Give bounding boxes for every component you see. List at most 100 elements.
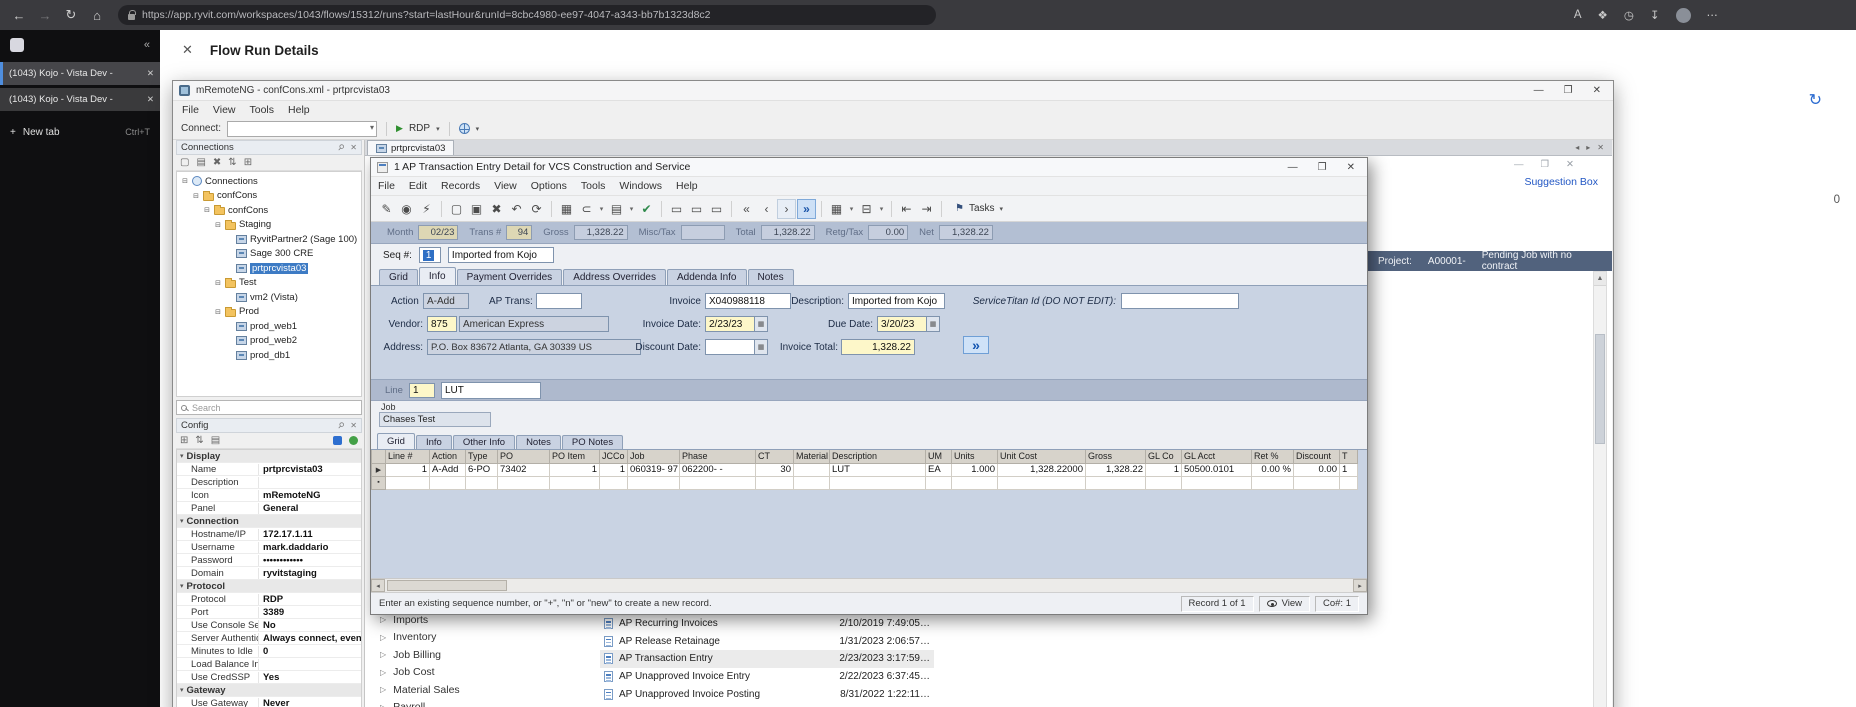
config-row[interactable]: Protocol RDP xyxy=(177,593,361,606)
config-row[interactable]: Icon mRemoteNG xyxy=(177,489,361,502)
workspace-tab[interactable]: (1043) Kojo - Vista Dev - ✕ xyxy=(0,62,160,85)
grid-new-row[interactable]: ▪ xyxy=(371,475,1358,490)
grid-cell[interactable]: 062200- - xyxy=(679,462,756,477)
minimize-icon[interactable]: — xyxy=(1514,159,1524,170)
close-page-icon[interactable]: ✕ xyxy=(182,42,193,58)
grid-column-header[interactable]: Type xyxy=(465,450,498,464)
previous-record-icon[interactable]: ‹ xyxy=(757,199,776,219)
grid-cell[interactable] xyxy=(925,475,952,490)
grid-column-header[interactable]: JCCo xyxy=(599,450,628,464)
grid-column-header[interactable]: UM xyxy=(925,450,952,464)
grid-column-header[interactable]: PO Item xyxy=(549,450,600,464)
close-tab-icon[interactable]: ✕ xyxy=(1597,143,1604,152)
lightning-icon[interactable]: ⚡ xyxy=(417,199,436,219)
menu-item[interactable]: Tools xyxy=(574,180,613,192)
grid-data-row[interactable]: ▶ 1 A-Add 6-PO 73402 1 1 060319- 97 062200- -30 L… xyxy=(371,462,1358,477)
tab-notes[interactable]: Notes xyxy=(747,269,794,285)
translate-icon[interactable]: A xyxy=(1574,9,1582,21)
horizontal-scrollbar[interactable]: ◂ ▸ xyxy=(371,578,1367,592)
grid-tab-notes[interactable]: Notes xyxy=(516,435,561,449)
next-record-icon[interactable]: › xyxy=(777,198,796,219)
grid-cell[interactable]: 1 xyxy=(1339,462,1358,477)
job-field[interactable]: Chases Test xyxy=(379,412,491,427)
menu-item[interactable]: Options xyxy=(524,180,574,192)
grid-cell[interactable]: 1 xyxy=(385,462,430,477)
grid-column-header[interactable]: Unit Cost xyxy=(997,450,1086,464)
grid-column-header[interactable]: Description xyxy=(829,450,926,464)
recent-item[interactable]: AP Release Retainage 1/31/2023 2:06:57… xyxy=(600,633,934,651)
grid-cell[interactable] xyxy=(1293,475,1340,490)
grid-column-header[interactable]: Action xyxy=(429,450,466,464)
tab-payment-overrides[interactable]: Payment Overrides xyxy=(456,269,563,285)
tab-grid[interactable]: Grid xyxy=(379,269,418,285)
grid-tab-grid[interactable]: Grid xyxy=(377,433,415,449)
refresh-icon[interactable]: ⟳ xyxy=(527,199,546,219)
sort-az-icon[interactable]: ⇅ xyxy=(195,435,203,446)
tree-node[interactable]: RyvitPartner2 (Sage 100) xyxy=(177,232,361,247)
grid-column-header[interactable]: Phase xyxy=(679,450,756,464)
close-icon[interactable]: ✕ xyxy=(1347,162,1355,173)
config-row[interactable]: Load Balance Info xyxy=(177,658,361,671)
tab-address-overrides[interactable]: Address Overrides xyxy=(563,269,666,285)
expand-lines-button[interactable]: » xyxy=(963,336,989,354)
tree-node[interactable]: prod_db1 xyxy=(177,348,361,363)
new-tab-button[interactable]: + New tab Ctrl+T xyxy=(0,121,160,143)
connect-arrow-icon[interactable]: ▶ xyxy=(396,123,403,134)
protocol-dropdown-icon[interactable]: ▾ xyxy=(436,125,440,133)
close-icon[interactable]: ✕ xyxy=(1593,85,1601,96)
line-description-field[interactable]: LUT xyxy=(440,381,541,399)
close-tab-icon[interactable]: ✕ xyxy=(147,94,154,105)
grid-cell[interactable]: 0.00 xyxy=(1293,462,1340,477)
config-row[interactable]: Use Console Sessi… No xyxy=(177,619,361,632)
suggestion-box-link[interactable]: Suggestion Box xyxy=(1524,176,1598,188)
grid-cell[interactable] xyxy=(1339,475,1358,490)
find-icon[interactable]: ◉ xyxy=(397,199,416,219)
tab-addenda-info[interactable]: Addenda Info xyxy=(667,269,747,285)
delete-icon[interactable]: ✖ xyxy=(487,199,506,219)
grid-cell[interactable] xyxy=(793,475,830,490)
recent-item[interactable]: AP Recurring Invoices 2/10/2019 7:49:05… xyxy=(600,615,934,633)
invoice-total-field[interactable]: 1,328.22 xyxy=(841,339,915,355)
menu-item[interactable]: View xyxy=(206,104,243,116)
minimize-icon[interactable]: — xyxy=(1288,162,1298,173)
tab-info[interactable]: Info xyxy=(418,267,456,285)
menu-item[interactable]: View xyxy=(487,180,524,192)
grid-cell[interactable]: 060319- 97 xyxy=(627,462,680,477)
forward-icon[interactable]: → xyxy=(36,8,54,23)
config-row[interactable]: Use CredSSP Yes xyxy=(177,671,361,684)
delete-icon[interactable]: ✖ xyxy=(213,157,221,168)
address-bar[interactable]: https://app.ryvit.com/workspaces/1043/fl… xyxy=(118,5,936,25)
scrollbar-thumb[interactable] xyxy=(387,580,507,591)
grid-cell[interactable]: 30 xyxy=(755,462,794,477)
config-row[interactable]: Description xyxy=(177,476,361,489)
menu-item[interactable]: Help xyxy=(281,104,317,116)
close-tab-icon[interactable]: ✕ xyxy=(147,68,154,79)
grid-column-header[interactable]: T xyxy=(1339,450,1358,464)
config-pane-header[interactable]: Config ⚲ ✕ xyxy=(176,418,362,433)
calendar-icon[interactable]: ▦ xyxy=(927,316,940,332)
grid-column-header[interactable]: GL Acct xyxy=(1181,450,1252,464)
save-icon[interactable]: ▣ xyxy=(467,199,486,219)
window-tile-icon[interactable]: ▭ xyxy=(707,199,726,219)
attachment-icon[interactable]: ⊂ xyxy=(577,199,596,219)
close-icon[interactable]: ✕ xyxy=(1566,159,1574,170)
seq-field[interactable]: 1 xyxy=(418,247,441,263)
grid-icon[interactable]: ▦ xyxy=(557,199,576,219)
grid-cell[interactable] xyxy=(829,475,926,490)
grid-cell[interactable] xyxy=(997,475,1086,490)
extensions-icon[interactable]: ❖ xyxy=(1598,8,1608,22)
window-icon[interactable]: ▭ xyxy=(667,199,686,219)
refresh-icon[interactable]: ↻ xyxy=(1809,90,1822,110)
expander-icon[interactable]: ⊟ xyxy=(192,192,200,200)
module-tree-item[interactable]: ▷ Material Sales xyxy=(380,681,460,699)
line-number-field[interactable]: 1 xyxy=(408,382,435,398)
grid-column-header[interactable]: Material xyxy=(793,450,830,464)
tree-node[interactable]: ⊟ Prod xyxy=(177,305,361,320)
grid-cell[interactable]: 1,328.22 xyxy=(1085,462,1146,477)
description-field[interactable]: Imported from Kojo xyxy=(848,293,945,309)
grid-column-header[interactable]: CT xyxy=(755,450,794,464)
grid-cell[interactable]: LUT xyxy=(829,462,926,477)
grid-cell[interactable] xyxy=(429,475,466,490)
new-connection-icon[interactable]: ▢ xyxy=(180,157,189,168)
recent-item[interactable]: AP Unapproved Invoice Posting 8/31/2022 1… xyxy=(600,685,934,703)
